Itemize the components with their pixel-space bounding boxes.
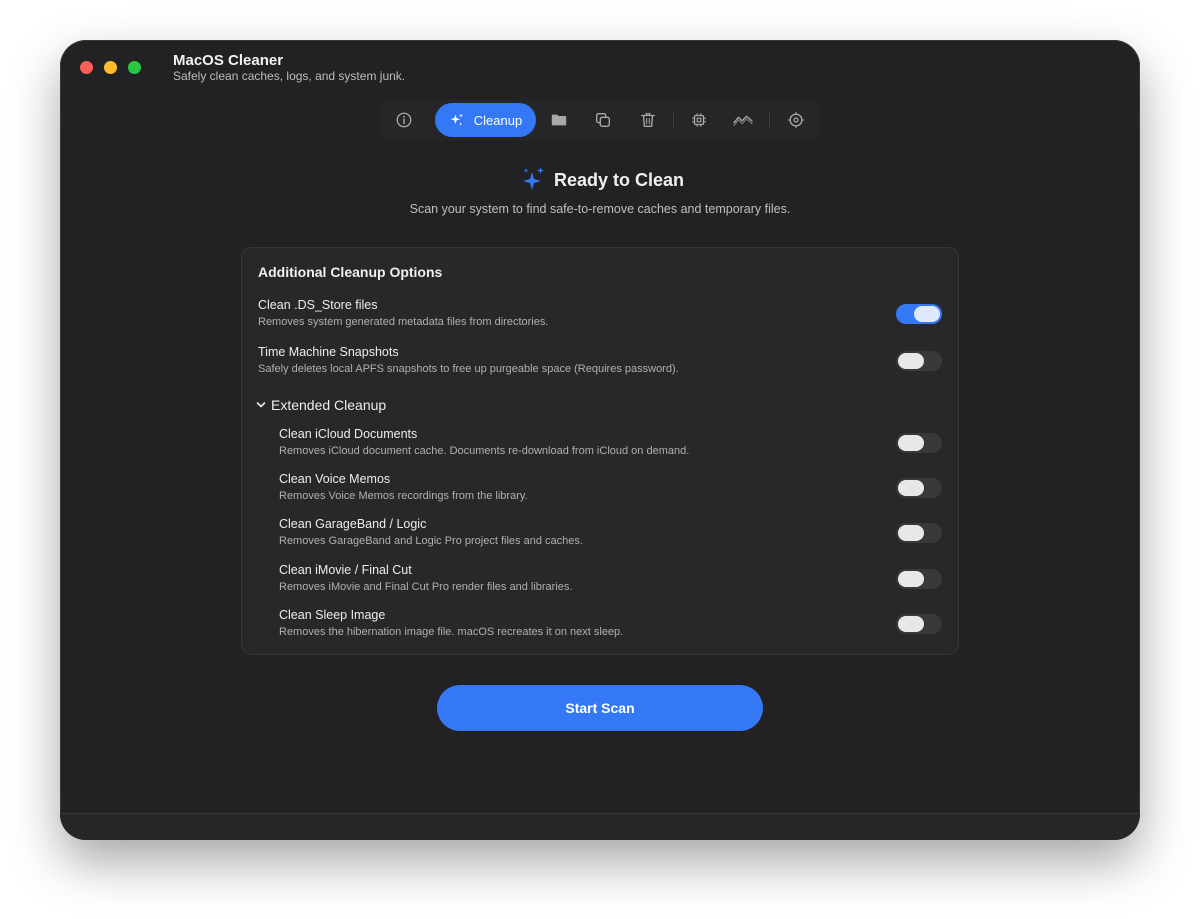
garageband-logic-toggle[interactable]: [896, 523, 942, 543]
toggle-knob: [914, 306, 940, 322]
option-description: Removes iCloud document cache. Documents…: [279, 445, 690, 457]
option-title: Clean iCloud Documents: [279, 427, 418, 441]
option-description: Removes iMovie and Final Cut Pro render …: [279, 581, 573, 593]
info-tab-button[interactable]: [388, 104, 420, 136]
option-icloud-documents: Clean iCloud Documents Removes iCloud do…: [279, 427, 942, 467]
option-title: Clean .DS_Store files: [258, 298, 378, 312]
trash-tab-button[interactable]: [632, 104, 664, 136]
option-time-machine: Time Machine Snapshots Safely deletes lo…: [258, 345, 942, 385]
tab-cleanup-label: Cleanup: [473, 112, 523, 128]
app-title: MacOS Cleaner: [173, 52, 284, 69]
activity-icon: [733, 115, 753, 126]
folder-icon: [551, 114, 567, 126]
toggle-knob: [898, 353, 924, 369]
imovie-final-cut-toggle[interactable]: [896, 569, 942, 589]
tab-cleanup[interactable]: Cleanup: [435, 103, 536, 137]
activity-tab-button[interactable]: [727, 104, 759, 136]
panel-title: Additional Cleanup Options: [258, 264, 443, 280]
toolbar-divider: [769, 112, 770, 128]
toolbar: Cleanup: [380, 99, 820, 141]
option-description: Removes GarageBand and Logic Pro project…: [279, 535, 583, 547]
option-description: Removes the hibernation image file. macO…: [279, 626, 624, 638]
option-description: Safely deletes local APFS snapshots to f…: [258, 363, 679, 375]
toggle-knob: [898, 480, 924, 496]
close-window-button[interactable]: [80, 61, 93, 74]
duplicates-tab-button[interactable]: [587, 104, 619, 136]
zoom-window-button[interactable]: [128, 61, 141, 74]
sparkles-icon: [523, 167, 544, 190]
option-title: Clean Voice Memos: [279, 472, 391, 486]
hero-subtitle: Scan your system to find safe-to-remove …: [409, 202, 791, 216]
toggle-knob: [898, 435, 924, 451]
cleanup-options-panel: Additional Cleanup Options Clean .DS_Sto…: [241, 247, 959, 655]
option-description: Removes system generated metadata files …: [258, 316, 549, 328]
bottom-status-bar: [60, 813, 1140, 840]
hero-title: Ready to Clean: [554, 170, 685, 190]
option-description: Removes Voice Memos recordings from the …: [279, 490, 528, 502]
option-title: Time Machine Snapshots: [258, 345, 399, 359]
option-voice-memos: Clean Voice Memos Removes Voice Memos re…: [279, 472, 942, 512]
chevron-down-icon: [256, 402, 266, 408]
app-window: MacOS Cleaner Safely clean caches, logs,…: [60, 40, 1140, 840]
toolbar-divider: [673, 112, 674, 128]
option-title: Clean iMovie / Final Cut: [279, 563, 412, 577]
sleep-image-toggle[interactable]: [896, 614, 942, 634]
voice-memos-toggle[interactable]: [896, 478, 942, 498]
extended-cleanup-disclosure[interactable]: Extended Cleanup: [256, 397, 386, 413]
settings-tab-button[interactable]: [780, 104, 812, 136]
sparkles-icon: [450, 113, 463, 126]
ds-store-toggle[interactable]: [896, 304, 942, 324]
system-tab-button[interactable]: [683, 104, 715, 136]
minimize-window-button[interactable]: [104, 61, 117, 74]
option-imovie-final-cut: Clean iMovie / Final Cut Removes iMovie …: [279, 563, 942, 603]
duplicate-icon: [596, 113, 610, 127]
toggle-knob: [898, 571, 924, 587]
start-scan-button[interactable]: Start Scan: [437, 685, 763, 731]
cpu-icon: [692, 113, 706, 127]
toggle-knob: [898, 616, 924, 632]
app-subtitle: Safely clean caches, logs, and system ju…: [173, 69, 406, 83]
option-title: Clean GarageBand / Logic: [279, 517, 427, 531]
option-title: Clean Sleep Image: [279, 608, 386, 622]
time-machine-toggle[interactable]: [896, 351, 942, 371]
folders-tab-button[interactable]: [543, 104, 575, 136]
option-ds-store: Clean .DS_Store files Removes system gen…: [258, 298, 942, 338]
toggle-knob: [898, 525, 924, 541]
option-garageband-logic: Clean GarageBand / Logic Removes GarageB…: [279, 517, 942, 557]
icloud-documents-toggle[interactable]: [896, 433, 942, 453]
extended-cleanup-label: Extended Cleanup: [271, 397, 387, 413]
trash-icon: [641, 113, 655, 127]
settings-icon: [788, 112, 804, 128]
info-icon: [396, 112, 412, 128]
option-sleep-image: Clean Sleep Image Removes the hibernatio…: [279, 608, 942, 648]
